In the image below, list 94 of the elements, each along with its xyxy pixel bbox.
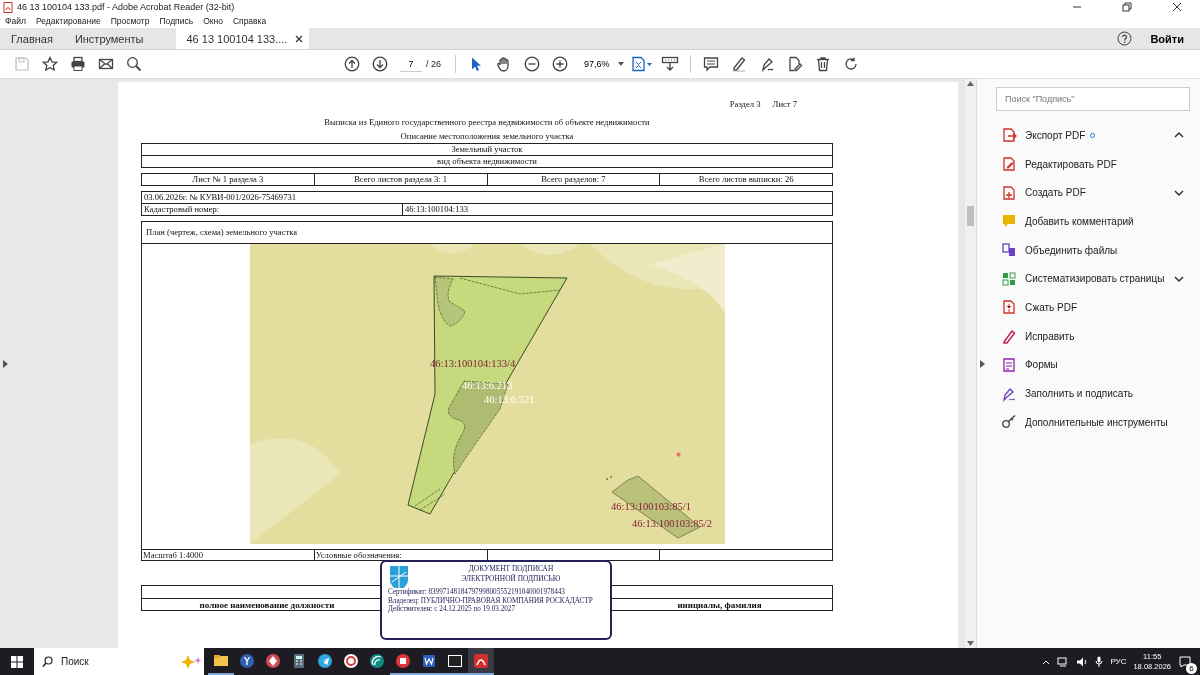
close-icon[interactable] <box>295 34 304 43</box>
tool-item[interactable]: Формы <box>996 350 1190 380</box>
zoom-dropdown[interactable]: 97,6% <box>580 55 628 73</box>
notification-icon[interactable] <box>1179 655 1191 668</box>
merge-icon <box>1001 242 1017 259</box>
caret-icon <box>617 62 624 66</box>
table-cell-text: Земельный участок <box>450 144 524 155</box>
table-cell-text: 03.06.2026г. № КУВИ-001/2026-75469731 <box>143 192 298 203</box>
emblem-icon <box>388 564 410 588</box>
table-cell-text: Масштаб 1:4000 <box>142 550 204 561</box>
parcel-label: 46:13:6.213 <box>461 380 512 391</box>
comment-icon <box>1001 213 1017 230</box>
parcel-label: 46:13:100103:85/2 <box>631 518 712 529</box>
chevron-down-icon[interactable] <box>1174 274 1184 283</box>
chevron-up-icon[interactable] <box>1174 131 1184 140</box>
expand-arrow-icon[interactable] <box>2 359 8 368</box>
pen-icon <box>1001 328 1017 345</box>
parcel-label: 46:13:6.321 <box>483 394 534 405</box>
app-icon <box>265 652 281 669</box>
tool-item[interactable]: Дополнительные инструменты <box>996 407 1190 437</box>
menu-item[interactable]: Окно <box>203 16 223 26</box>
language-indicator[interactable]: РУС <box>1110 657 1127 666</box>
table-cell-text: вид объекта недвижимости <box>436 156 538 167</box>
search-icon <box>42 656 53 667</box>
pdf-file-icon <box>3 1 13 13</box>
form-icon <box>1001 356 1017 373</box>
tool-item[interactable]: Исправить <box>996 321 1190 351</box>
sheet-label: Лист 7 <box>772 99 797 109</box>
network-icon[interactable] <box>1057 656 1070 667</box>
taskbar-app[interactable] <box>468 648 494 675</box>
calculator-icon <box>291 652 307 669</box>
tool-item[interactable]: Объединить файлы <box>996 235 1190 265</box>
menu-item[interactable]: Подпись <box>159 16 194 26</box>
edit-icon <box>1001 156 1017 173</box>
menu-item[interactable]: Справка <box>232 16 267 26</box>
tool-item[interactable]: Заполнить и подписать <box>996 379 1190 408</box>
menu-item[interactable]: Просмотр <box>110 16 150 26</box>
restore-icon[interactable] <box>1122 2 1132 12</box>
export-icon <box>1001 127 1017 144</box>
sign-in-button[interactable]: Войти <box>1150 28 1200 49</box>
document-title: Выписка из Единого государственного реестра недвижимости об объекте недвижимости <box>323 116 651 129</box>
page-count: / 26 <box>426 59 441 69</box>
tab[interactable]: 46 13 100104 133.... <box>176 28 310 49</box>
tool-item[interactable]: Сжать PDF <box>996 293 1190 322</box>
tool-item[interactable]: Редактировать PDF <box>996 149 1190 179</box>
wrench-icon <box>1001 414 1017 431</box>
microphone-icon[interactable] <box>1095 656 1104 667</box>
app-icon <box>369 652 385 669</box>
search-box[interactable]: Поиск <box>34 648 204 675</box>
compress-icon <box>1001 299 1017 316</box>
menu-item[interactable]: Редактирование <box>35 16 101 26</box>
marker-icon <box>605 476 612 480</box>
chevron-down-icon[interactable] <box>1174 188 1184 197</box>
scroll-down-icon[interactable] <box>967 641 974 646</box>
close-icon[interactable] <box>1172 2 1182 12</box>
tool-item[interactable]: Систематизировать страницы <box>996 264 1190 294</box>
menu-item[interactable]: Файл <box>5 16 26 26</box>
window-title: 46 13 100104 133.pdf - Adobe Acrobat Reader (32-bit) <box>17 2 236 12</box>
tab[interactable]: Инструменты <box>63 28 155 49</box>
app-icon <box>395 652 411 669</box>
search-field[interactable]: Поиск "Подпись" <box>996 87 1190 111</box>
document-subtitle: Описание местоположения земельного участка <box>399 130 575 143</box>
folder-icon <box>213 652 229 669</box>
section-label: Раздел 3 <box>729 99 761 109</box>
help-icon[interactable] <box>1117 31 1133 46</box>
browser-icon <box>239 652 255 669</box>
pages-icon <box>1001 270 1017 287</box>
table-cell-text: Лист № 1 раздела 3 <box>191 174 265 185</box>
tab[interactable]: Главная <box>0 28 64 49</box>
windows-logo-icon <box>11 655 23 668</box>
page-number-field[interactable]: 7 <box>400 56 422 72</box>
table-cell-text: Кадастровый номер: <box>143 204 221 215</box>
pdf-app-icon <box>473 652 489 669</box>
table-cell: Всего листов раздела 3: 1 <box>313 174 487 185</box>
tool-item[interactable]: Создать PDF <box>996 178 1190 208</box>
marker-icon <box>675 452 681 457</box>
expand-arrow-icon[interactable] <box>979 359 985 368</box>
paper-plane-icon <box>317 652 333 669</box>
table-cell: Всего листов выписки: 26 <box>659 174 832 185</box>
notification-count: 6 <box>1186 662 1197 674</box>
tool-item[interactable]: Добавить комментарий <box>996 207 1190 236</box>
app-icon <box>343 652 359 669</box>
scroll-up-icon[interactable] <box>967 81 974 86</box>
document-icon <box>421 652 437 669</box>
table-cell: 46:13:100104:133 <box>402 204 832 215</box>
table-cell: Всего разделов: 7 <box>486 174 660 185</box>
taskbar-search-field[interactable]: Поиск <box>59 655 159 668</box>
parcel-label: 46:13:100104:133/4 <box>429 358 515 369</box>
add-file-icon <box>1001 184 1017 201</box>
volume-icon[interactable] <box>1076 656 1089 667</box>
scrollbar-thumb[interactable] <box>967 206 974 226</box>
chevron-up-icon[interactable] <box>1042 658 1051 665</box>
parcel-label: 46:13:100103:85/1 <box>610 501 691 512</box>
tool-item[interactable]: Экспорт PDF <box>996 121 1190 150</box>
